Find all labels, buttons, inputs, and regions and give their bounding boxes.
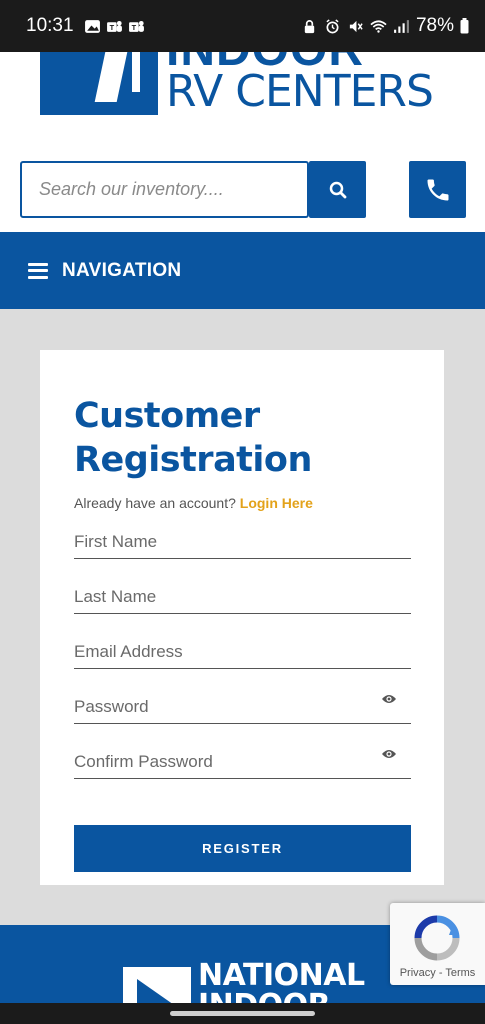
status-time: 10:31: [26, 15, 74, 36]
login-prompt-text: Already have an account?: [74, 495, 236, 511]
svg-text:T: T: [131, 23, 136, 32]
password-field[interactable]: [74, 690, 411, 724]
hamburger-menu-icon: [28, 262, 48, 279]
battery-icon: [460, 18, 469, 34]
confirm-password-field[interactable]: [74, 745, 411, 779]
show-confirm-password-eye-icon[interactable]: [381, 748, 397, 760]
first-name-field[interactable]: [74, 525, 411, 559]
recaptcha-privacy-link[interactable]: Privacy: [400, 967, 436, 979]
recaptcha-badge[interactable]: Privacy - Terms: [390, 903, 485, 985]
signal-icon: [394, 19, 409, 33]
search-input[interactable]: [20, 161, 309, 218]
search-button[interactable]: [309, 161, 366, 218]
phone-icon: [427, 179, 448, 200]
gallery-icon: [84, 19, 100, 33]
lock-icon: [304, 19, 315, 33]
system-icons: 78%: [301, 15, 469, 37]
search-icon: [329, 181, 346, 198]
search-row: [20, 161, 466, 218]
teams-icon: T: [106, 20, 122, 32]
recaptcha-links: Privacy - Terms: [390, 967, 485, 979]
alarm-icon: [326, 18, 339, 33]
logo-text: RV CENTERS: [166, 66, 434, 116]
wifi-icon: [370, 19, 387, 33]
site-header: INDOOR RV CENTERS: [0, 52, 485, 232]
last-name-field[interactable]: [74, 580, 411, 614]
footer-logo-mark: [123, 967, 191, 1007]
recaptcha-icon: [414, 915, 460, 961]
navigation-bar[interactable]: NAVIGATION: [0, 232, 485, 309]
notification-icons: T T: [84, 19, 145, 34]
page-title: Customer Registration: [74, 396, 312, 480]
battery-percent: 78%: [415, 15, 454, 36]
registration-card: Customer Registration Already have an ac…: [40, 350, 444, 885]
gesture-bar: [0, 1003, 485, 1024]
teams-icon-2: T: [128, 20, 144, 32]
login-prompt: Already have an account? Login Here: [74, 495, 313, 511]
show-password-eye-icon[interactable]: [381, 693, 397, 705]
recaptcha-terms-link[interactable]: Terms: [445, 967, 475, 979]
logo-mark: [40, 52, 158, 115]
svg-text:T: T: [109, 23, 114, 32]
phone-button[interactable]: [409, 161, 466, 218]
register-button[interactable]: REGISTER: [74, 825, 411, 872]
footer-logo-text[interactable]: NATIONAL INDOOR: [198, 961, 365, 1008]
mute-icon: [349, 20, 363, 32]
login-link[interactable]: Login Here: [240, 495, 313, 511]
recaptcha-separator: -: [435, 967, 446, 979]
email-field[interactable]: [74, 635, 411, 669]
status-bar: 10:31 T T 78%: [0, 0, 485, 52]
navigation-label: NAVIGATION: [62, 259, 182, 281]
home-gesture-pill[interactable]: [170, 1011, 315, 1016]
indoor-rv-centers-logo[interactable]: INDOOR RV CENTERS: [40, 52, 450, 116]
